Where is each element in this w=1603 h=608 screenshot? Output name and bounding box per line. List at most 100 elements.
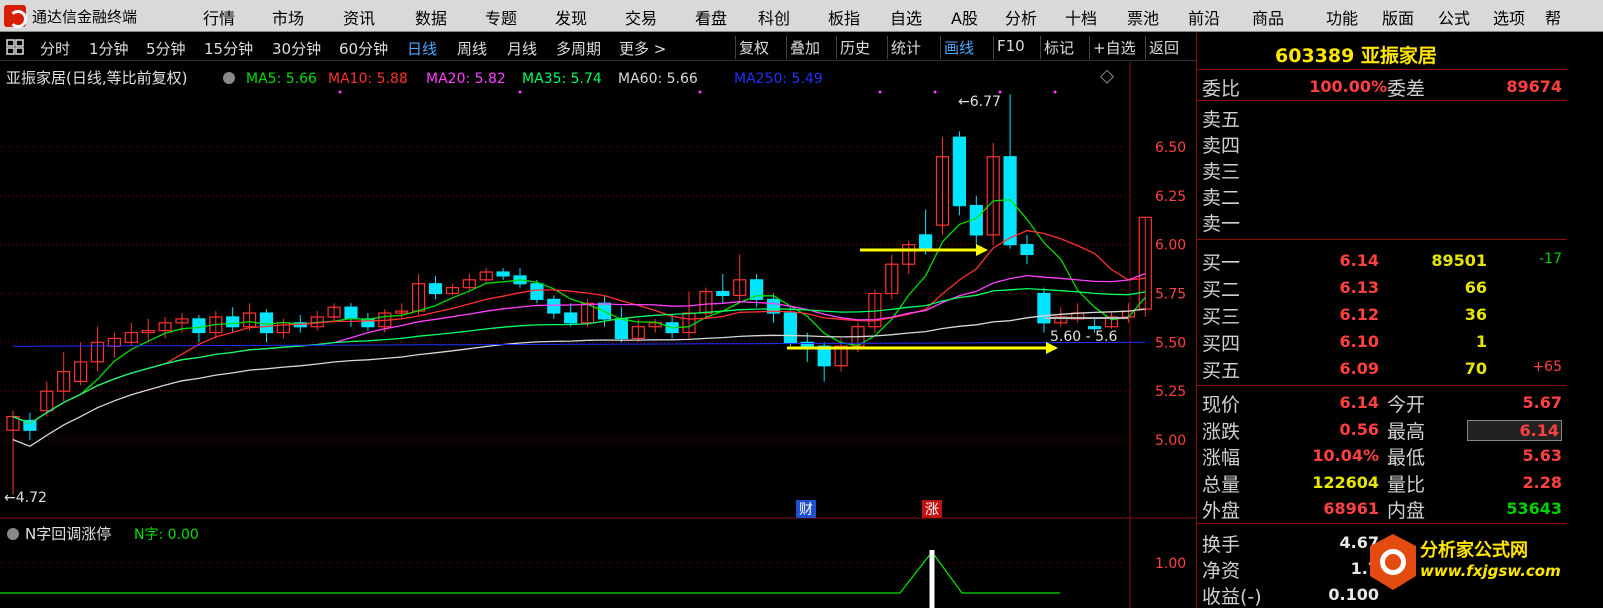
stock-name[interactable]: 603389 亚振家居 bbox=[1275, 41, 1437, 68]
extra-value-1: 1.7 bbox=[1350, 559, 1379, 578]
indicator-line bbox=[0, 550, 1060, 594]
candle bbox=[733, 254, 747, 304]
menu-item-20[interactable]: 选项 bbox=[1493, 5, 1525, 29]
divider bbox=[1197, 239, 1567, 240]
candle bbox=[682, 291, 696, 339]
period-tab-2[interactable]: 5分钟 bbox=[146, 38, 186, 59]
event-tag-label-1: 涨 bbox=[925, 502, 939, 518]
kline-chart[interactable]: 6.50 6.25 6.00 5.75 5.50 5.25 5.00 亚振家居(日线,等比前复… bbox=[0, 62, 1196, 608]
candle bbox=[952, 131, 967, 216]
menu-item-10[interactable]: 自选 bbox=[890, 5, 922, 29]
extra-label-1: 净资 bbox=[1202, 560, 1241, 582]
menu-item-16[interactable]: 商品 bbox=[1252, 5, 1284, 29]
stat-label-3a: 总量 bbox=[1202, 473, 1241, 496]
ma-label-2: MA20: 5.82 bbox=[426, 71, 506, 87]
toolbar-button-8[interactable]: 返回 bbox=[1145, 36, 1182, 59]
period-tab-10[interactable]: 更多 > bbox=[619, 38, 666, 59]
sell-row-1: 卖四 bbox=[1197, 130, 1567, 157]
candle bbox=[513, 268, 527, 288]
chart-title: 亚振家居(日线,等比前复权) bbox=[6, 69, 187, 87]
stat-value-3b: 2.28 bbox=[1522, 472, 1562, 492]
sell-row-4: 卖一 bbox=[1197, 208, 1567, 235]
price-axis-label: 6.50 bbox=[1155, 140, 1186, 156]
stats-row-0: 现价 6.14 今开 5.67 bbox=[1197, 389, 1567, 416]
menu-item-13[interactable]: 十档 bbox=[1065, 5, 1097, 29]
candle bbox=[327, 303, 341, 323]
toolbar-button-1[interactable]: 叠加 bbox=[786, 36, 823, 59]
stat-label-4a: 外盘 bbox=[1202, 500, 1241, 522]
period-tab-7[interactable]: 周线 bbox=[457, 38, 487, 59]
period-tab-4[interactable]: 30分钟 bbox=[272, 38, 321, 59]
menu-item-14[interactable]: 票池 bbox=[1127, 5, 1159, 29]
menu-item-4[interactable]: 专题 bbox=[485, 5, 517, 29]
indicator-title: N字回调涨停 bbox=[25, 525, 111, 543]
period-tab-6[interactable]: 日线 bbox=[407, 38, 437, 59]
panel-edge bbox=[1567, 33, 1603, 608]
period-tab-8[interactable]: 月线 bbox=[507, 38, 537, 59]
ma-label-1: MA10: 5.88 bbox=[328, 71, 408, 87]
ma-label-5: MA250: 5.49 bbox=[734, 71, 823, 87]
menu-item-6[interactable]: 交易 bbox=[625, 5, 657, 29]
ma60-line bbox=[12, 308, 1146, 448]
toolbar-button-6[interactable]: 标记 bbox=[1040, 36, 1077, 59]
low-marker: ←4.72 bbox=[4, 490, 47, 506]
stat-label-2a: 涨幅 bbox=[1202, 447, 1241, 469]
weidiff-value: 89674 bbox=[1506, 77, 1562, 96]
candle bbox=[783, 307, 798, 347]
buy-row-2: 买三 6.12 36 bbox=[1197, 301, 1567, 328]
signal-dot bbox=[518, 90, 522, 94]
price-axis-label: 5.75 bbox=[1155, 287, 1186, 303]
menu-item-19[interactable]: 公式 bbox=[1438, 5, 1470, 29]
candle bbox=[1054, 307, 1068, 327]
stat-label-0b: 今开 bbox=[1387, 394, 1426, 416]
toolbar-button-0[interactable]: 复权 bbox=[735, 36, 772, 59]
menu-item-3[interactable]: 数据 bbox=[415, 5, 447, 29]
menu-item-18[interactable]: 版面 bbox=[1382, 5, 1414, 29]
toolbar-button-7[interactable]: +自选 bbox=[1089, 36, 1139, 59]
grid-settings-icon[interactable] bbox=[6, 39, 24, 55]
menu-item-1[interactable]: 市场 bbox=[272, 5, 304, 29]
period-tab-0[interactable]: 分时 bbox=[40, 38, 70, 59]
stats-row-4: 外盘 68961 内盘 53643 bbox=[1197, 495, 1567, 522]
stat-label-1a: 涨跌 bbox=[1202, 420, 1241, 443]
menu-item-9[interactable]: 板指 bbox=[828, 5, 860, 29]
signal-dot bbox=[1053, 90, 1057, 94]
menu-item-7[interactable]: 看盘 bbox=[695, 5, 727, 29]
stock-header: 603389 亚振家居 bbox=[1197, 33, 1567, 70]
divider bbox=[1197, 523, 1567, 524]
price-axis-label: 5.50 bbox=[1155, 335, 1186, 351]
menu-item-2[interactable]: 资讯 bbox=[343, 5, 375, 29]
toolbar-button-2[interactable]: 历史 bbox=[836, 36, 873, 59]
menu-item-0[interactable]: 行情 bbox=[203, 5, 235, 29]
buy-label-4: 买五 bbox=[1202, 360, 1241, 382]
menu-item-11[interactable]: A股 bbox=[951, 5, 978, 29]
sell-row-3: 卖二 bbox=[1197, 182, 1567, 209]
buy-row-3: 买四 6.10 1 bbox=[1197, 328, 1567, 355]
menu-item-15[interactable]: 前沿 bbox=[1188, 5, 1220, 29]
period-tab-5[interactable]: 60分钟 bbox=[339, 38, 388, 59]
sell-label-4: 卖一 bbox=[1202, 213, 1241, 235]
toolbar-button-5[interactable]: F10 bbox=[993, 36, 1028, 59]
extra-label-0: 换手 bbox=[1202, 534, 1241, 556]
menu-item-5[interactable]: 发现 bbox=[555, 5, 587, 29]
candle bbox=[918, 209, 933, 255]
period-tab-3[interactable]: 15分钟 bbox=[204, 38, 253, 59]
menu-item-8[interactable]: 科创 bbox=[758, 5, 790, 29]
menu-item-12[interactable]: 分析 bbox=[1005, 5, 1037, 29]
period-tab-1[interactable]: 1分钟 bbox=[89, 38, 129, 59]
menu-item-21[interactable]: 帮 bbox=[1545, 5, 1561, 29]
buy-row-4: 买五 6.09 70 +65 bbox=[1197, 355, 1567, 382]
candle bbox=[614, 307, 629, 343]
menu-item-17[interactable]: 功能 bbox=[1326, 5, 1358, 29]
settings-dot-icon bbox=[223, 72, 235, 84]
stat-value-4b: 53643 bbox=[1506, 499, 1562, 518]
buy-price-1: 6.13 bbox=[1339, 278, 1379, 297]
toolbar-button-4[interactable]: 画线 bbox=[940, 36, 977, 59]
period-tab-9[interactable]: 多周期 bbox=[556, 38, 601, 59]
event-tag-label-0: 财 bbox=[799, 502, 813, 518]
candle bbox=[648, 318, 662, 333]
stat-value-1b: 6.14 bbox=[1467, 419, 1562, 441]
candle bbox=[479, 268, 493, 284]
toolbar-button-3[interactable]: 统计 bbox=[887, 36, 924, 59]
candle bbox=[986, 143, 1000, 245]
